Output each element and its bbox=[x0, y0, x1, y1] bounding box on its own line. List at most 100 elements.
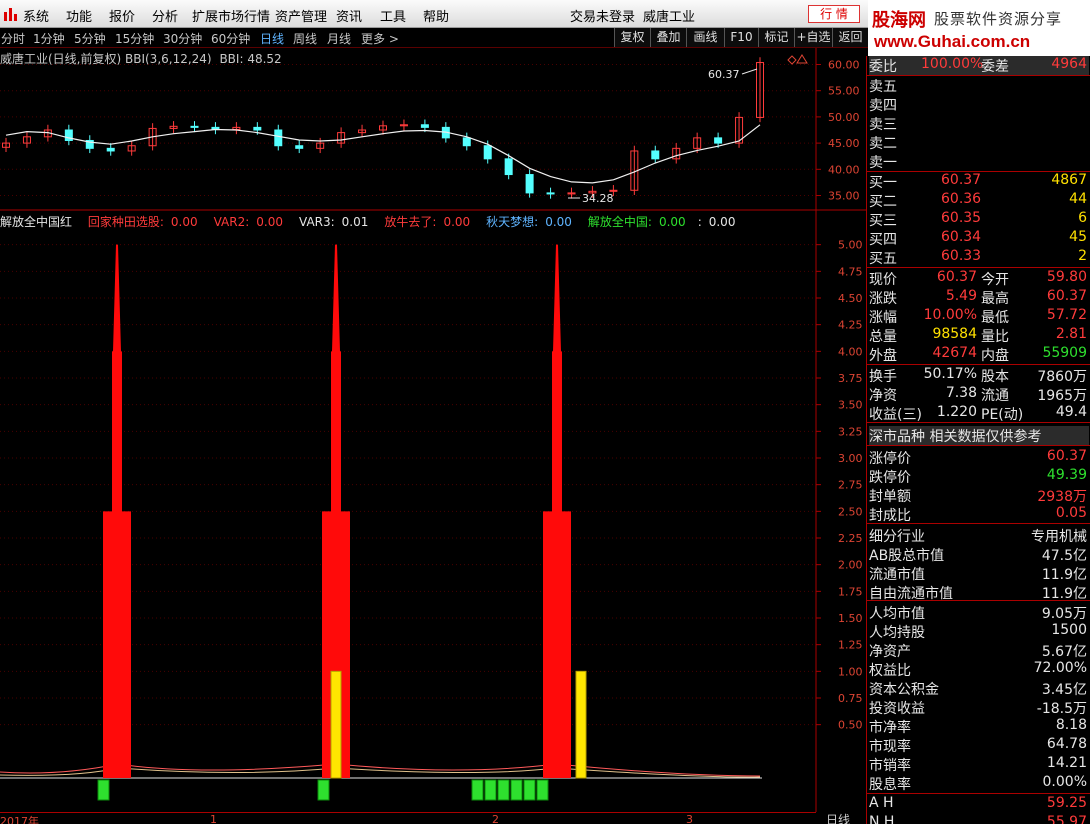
sell-level-row[interactable]: 卖四 bbox=[869, 95, 1089, 114]
ah-row[interactable]: N H 55.97 bbox=[869, 814, 1089, 824]
fundamental-label: 净资 bbox=[869, 388, 897, 404]
period-monthly[interactable]: 月线 bbox=[327, 30, 351, 47]
draw-line-button[interactable]: 画线 bbox=[686, 28, 724, 47]
per-share-row[interactable]: 投资收益 -18.5万 bbox=[869, 698, 1089, 717]
period-bar: 分时 1分钟 5分钟 15分钟 30分钟 60分钟 日线 周线 月线 更多 > … bbox=[0, 28, 868, 48]
menu-news[interactable]: 资讯 bbox=[336, 6, 362, 25]
menu-quote[interactable]: 报价 bbox=[109, 6, 135, 25]
login-status[interactable]: 交易未登录 bbox=[570, 6, 635, 25]
candle-body bbox=[420, 124, 429, 128]
period-30min[interactable]: 30分钟 bbox=[163, 30, 202, 47]
buy-level-row[interactable]: 买二 60.36 44 bbox=[869, 191, 1089, 210]
limit-row[interactable]: 跌停价 49.39 bbox=[869, 467, 1089, 486]
quote-stat-row[interactable]: 现价 60.37 今开 59.80 bbox=[869, 269, 1089, 288]
per-share-row[interactable]: 人均持股 1500 bbox=[869, 622, 1089, 641]
stat-value: 60.37 bbox=[1046, 288, 1087, 304]
quote-stat-row[interactable]: 总量 98584 量比 2.81 bbox=[869, 326, 1089, 345]
period-1min[interactable]: 1分钟 bbox=[33, 30, 65, 47]
fundamental-label: PE(动) bbox=[981, 407, 1024, 423]
back-button[interactable]: 返回 bbox=[832, 28, 868, 47]
hangqing-button[interactable]: 行 情 bbox=[808, 5, 860, 23]
per-share-row[interactable]: 权益比 72.00% bbox=[869, 660, 1089, 679]
sell-level-label: 卖三 bbox=[869, 117, 897, 133]
limit-label: 涨停价 bbox=[869, 451, 911, 467]
buy-level-volume: 4867 bbox=[1051, 172, 1087, 188]
ah-label: N H bbox=[869, 814, 895, 824]
limit-value: 0.05 bbox=[1055, 505, 1087, 521]
menu-function[interactable]: 功能 bbox=[66, 6, 92, 25]
company-value: 47.5亿 bbox=[1041, 548, 1087, 564]
quote-stat-row[interactable]: 外盘 42674 内盘 55909 bbox=[869, 345, 1089, 364]
period-weekly[interactable]: 周线 bbox=[293, 30, 317, 47]
buy-level-row[interactable]: 买五 60.33 2 bbox=[869, 248, 1089, 267]
green-signal-bar bbox=[471, 779, 484, 801]
menu-asset-mgmt[interactable]: 资产管理 bbox=[275, 6, 327, 25]
fundamental-row[interactable]: 换手 50.17% 股本 7860万 bbox=[869, 366, 1089, 385]
per-share-row[interactable]: 市现率 64.78 bbox=[869, 736, 1089, 755]
mark-button[interactable]: 标记 bbox=[758, 28, 794, 47]
period-60min[interactable]: 60分钟 bbox=[211, 30, 250, 47]
sell-level-row[interactable]: 卖二 bbox=[869, 133, 1089, 152]
buy-level-row[interactable]: 买一 60.37 4867 bbox=[869, 172, 1089, 191]
indicator-axis-label: 3.25 bbox=[838, 425, 863, 438]
chart-top-icons[interactable] bbox=[787, 54, 808, 65]
per-share-row[interactable]: 资本公积金 3.45亿 bbox=[869, 679, 1089, 698]
per-share-row[interactable]: 净资产 5.67亿 bbox=[869, 641, 1089, 660]
buy-level-row[interactable]: 买四 60.34 45 bbox=[869, 229, 1089, 248]
fundamental-row[interactable]: 净资 7.38 流通 1965万 bbox=[869, 385, 1089, 404]
sell-level-row[interactable]: 卖五 bbox=[869, 76, 1089, 95]
company-value: 专用机械 bbox=[1031, 529, 1087, 545]
limit-row[interactable]: 封成比 0.05 bbox=[869, 505, 1089, 524]
period-15min[interactable]: 15分钟 bbox=[115, 30, 154, 47]
stat-value: 2.81 bbox=[1055, 326, 1087, 342]
diamond-icon[interactable] bbox=[787, 55, 797, 65]
add-watchlist-button[interactable]: +自选 bbox=[794, 28, 832, 47]
fundamental-value: 50.17% bbox=[923, 366, 977, 382]
menu-analysis[interactable]: 分析 bbox=[152, 6, 178, 25]
indicator-axis-label: 3.50 bbox=[838, 399, 863, 412]
ah-row[interactable]: A H 59.25 bbox=[869, 795, 1089, 814]
price-axis-label: 60.00 bbox=[828, 58, 860, 71]
fuquan-button[interactable]: 复权 bbox=[614, 28, 650, 47]
fundamental-row[interactable]: 收益(三) 1.220 PE(动) 49.4 bbox=[869, 404, 1089, 423]
per-share-row[interactable]: 市净率 8.18 bbox=[869, 717, 1089, 736]
stat-label: 涨幅 bbox=[869, 310, 897, 326]
menu-help[interactable]: 帮助 bbox=[423, 6, 449, 25]
sell-level-row[interactable]: 卖三 bbox=[869, 114, 1089, 133]
chart-canvas[interactable]: 60.00 55.00 50.00 45.00 40.00 35.00 5.00 4.75 4.… bbox=[0, 48, 866, 812]
quote-stat-row[interactable]: 涨跌 5.49 最高 60.37 bbox=[869, 288, 1089, 307]
menu-extended-market[interactable]: 扩展市场行情 bbox=[192, 6, 270, 25]
limit-row[interactable]: 涨停价 60.37 bbox=[869, 448, 1089, 467]
period-daily[interactable]: 日线 bbox=[260, 30, 284, 47]
candle-body bbox=[714, 137, 723, 144]
menu-tools[interactable]: 工具 bbox=[380, 6, 406, 25]
menu-system[interactable]: 系统 bbox=[23, 6, 49, 25]
period-5min[interactable]: 5分钟 bbox=[74, 30, 106, 47]
company-row[interactable]: 流通市值 11.9亿 bbox=[869, 564, 1089, 583]
company-row[interactable]: 细分行业 专用机械 bbox=[869, 526, 1089, 545]
per-share-label: 投资收益 bbox=[869, 701, 925, 717]
high-marker-label: 60.37 bbox=[708, 68, 740, 81]
overlay-button[interactable]: 叠加 bbox=[650, 28, 686, 47]
quote-stat-row[interactable]: 涨幅 10.00% 最低 57.72 bbox=[869, 307, 1089, 326]
buy-level-label: 买三 bbox=[869, 213, 897, 229]
period-more[interactable]: 更多 > bbox=[361, 30, 399, 47]
sell-level-row[interactable]: 卖一 bbox=[869, 152, 1089, 171]
per-share-row[interactable]: 市销率 14.21 bbox=[869, 755, 1089, 774]
triangle-icon[interactable] bbox=[796, 54, 808, 64]
sell-level-label: 卖五 bbox=[869, 79, 897, 95]
buy-level-price: 60.36 bbox=[941, 191, 982, 207]
per-share-row[interactable]: 人均市值 9.05万 bbox=[869, 603, 1089, 622]
company-row[interactable]: AB股总市值 47.5亿 bbox=[869, 545, 1089, 564]
period-timeshare[interactable]: 分时 bbox=[1, 30, 25, 47]
per-share-row[interactable]: 股息率 0.00% bbox=[869, 774, 1089, 793]
indicator-axis-label: 2.75 bbox=[838, 479, 863, 492]
limit-row[interactable]: 封单额 2938万 bbox=[869, 486, 1089, 505]
limit-value: 49.39 bbox=[1046, 467, 1087, 483]
ah-value: 55.97 bbox=[1046, 814, 1087, 824]
indicator-axis-label: 4.25 bbox=[838, 319, 863, 332]
f10-button[interactable]: F10 bbox=[724, 28, 758, 47]
indicator-axis-label: 1.50 bbox=[838, 612, 863, 625]
buy-level-row[interactable]: 买三 60.35 6 bbox=[869, 210, 1089, 229]
price-axis-label: 35.00 bbox=[828, 190, 860, 203]
